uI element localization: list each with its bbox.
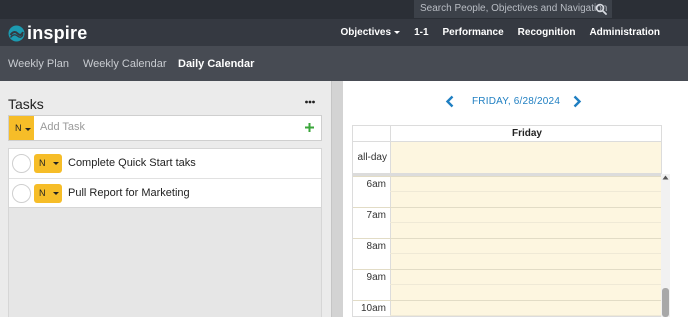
half-hour-line bbox=[390, 284, 661, 285]
brand-name: inspire bbox=[27, 22, 88, 43]
half-hour-line bbox=[390, 253, 661, 254]
nav-one-on-one[interactable]: 1-1 bbox=[414, 27, 428, 38]
task-list-empty-area bbox=[8, 208, 322, 317]
add-task-input[interactable]: Add Task bbox=[40, 121, 85, 133]
inspire-logo-icon bbox=[8, 25, 25, 41]
global-search-input[interactable]: Search People, Objectives and Navigation bbox=[414, 0, 612, 18]
panel-splitter[interactable] bbox=[331, 81, 343, 317]
task-item[interactable]: N Complete Quick Start taks bbox=[9, 149, 321, 179]
nav-performance-label: Performance bbox=[442, 27, 504, 38]
planner-subnav: Weekly Plan Weekly Calendar Daily Calend… bbox=[0, 46, 688, 81]
time-gutter-header bbox=[353, 126, 390, 142]
calendar-date-label: FRIDAY, 6/28/2024 bbox=[472, 96, 561, 107]
plus-icon[interactable] bbox=[304, 122, 315, 133]
half-hour-line bbox=[390, 315, 661, 316]
task-priority-dropdown[interactable]: N bbox=[34, 154, 62, 173]
tab-weekly-calendar[interactable]: Weekly Calendar bbox=[83, 58, 167, 70]
nav-one-on-one-label: 1-1 bbox=[414, 27, 429, 38]
task-complete-checkbox[interactable] bbox=[12, 154, 31, 173]
all-day-slot[interactable] bbox=[390, 142, 661, 173]
nav-recognition-label: Recognition bbox=[517, 27, 576, 38]
nav-recognition[interactable]: Recognition bbox=[518, 27, 576, 38]
nav-objectives-label: Objectives bbox=[340, 27, 392, 38]
chevron-down-icon bbox=[53, 162, 59, 165]
more-options-icon[interactable] bbox=[305, 100, 315, 104]
chevron-down-icon bbox=[53, 192, 59, 195]
tasks-title: Tasks bbox=[8, 96, 44, 112]
calendar-header: FRIDAY, 6/28/2024 bbox=[343, 93, 688, 111]
chevron-down-icon bbox=[24, 128, 31, 131]
inspire-logo[interactable]: inspire bbox=[8, 23, 87, 43]
nav-performance[interactable]: Performance bbox=[443, 27, 504, 38]
calendar-panel: FRIDAY, 6/28/2024 Friday all-day 6am 7am… bbox=[343, 81, 688, 317]
half-hour-line bbox=[390, 222, 661, 223]
time-label-10am: 10am bbox=[360, 303, 386, 314]
time-label-9am: 9am bbox=[366, 272, 386, 283]
time-label-6am: 6am bbox=[366, 179, 386, 190]
top-search-strip: Search People, Objectives and Navigation bbox=[0, 0, 688, 19]
task-name[interactable]: Complete Quick Start taks bbox=[68, 157, 196, 169]
hour-line bbox=[353, 269, 661, 270]
nav-menu: Objectives 1-1 Performance Recognition A… bbox=[326, 19, 660, 46]
tab-daily-calendar[interactable]: Daily Calendar bbox=[178, 58, 254, 70]
hour-line bbox=[353, 207, 661, 208]
scrollbar-thumb[interactable] bbox=[662, 288, 669, 317]
chevron-down-icon bbox=[394, 31, 401, 34]
day-column-header: Friday bbox=[390, 126, 661, 142]
tab-weekly-plan[interactable]: Weekly Plan bbox=[8, 58, 69, 70]
time-label-7am: 7am bbox=[366, 210, 386, 221]
chevron-right-icon[interactable] bbox=[572, 95, 582, 108]
scroll-up-arrow-icon[interactable] bbox=[662, 174, 669, 181]
nav-administration-label: Administration bbox=[589, 27, 660, 38]
add-task-priority-label: N bbox=[15, 123, 22, 133]
search-placeholder: Search People, Objectives and Navigation bbox=[420, 3, 608, 14]
task-item[interactable]: N Pull Report for Marketing bbox=[9, 179, 321, 209]
all-day-label: all-day bbox=[357, 152, 387, 163]
day-time-column[interactable] bbox=[390, 176, 661, 316]
task-list: N Complete Quick Start taks N Pull Repor… bbox=[8, 148, 322, 208]
day-calendar-grid: Friday all-day 6am 7am 8am 9am 10am bbox=[352, 125, 662, 317]
hour-line bbox=[353, 238, 661, 239]
time-slots: 6am 7am 8am 9am 10am bbox=[353, 176, 661, 316]
chevron-left-icon[interactable] bbox=[445, 95, 455, 108]
task-priority-dropdown[interactable]: N bbox=[34, 184, 62, 203]
tasks-panel: Tasks N Add Task N Complete Quick Start … bbox=[0, 81, 331, 317]
task-name[interactable]: Pull Report for Marketing bbox=[68, 187, 190, 199]
nav-administration[interactable]: Administration bbox=[589, 27, 660, 38]
task-priority-label: N bbox=[39, 158, 46, 168]
task-complete-checkbox[interactable] bbox=[12, 184, 31, 203]
task-priority-label: N bbox=[39, 188, 46, 198]
search-icon[interactable] bbox=[595, 3, 607, 15]
add-task-priority-dropdown[interactable]: N bbox=[9, 116, 34, 140]
main-nav: inspire Objectives 1-1 Performance Recog… bbox=[0, 19, 688, 46]
hour-line bbox=[353, 176, 661, 177]
calendar-scrollbar[interactable] bbox=[661, 174, 670, 317]
nav-objectives[interactable]: Objectives bbox=[340, 27, 401, 38]
half-hour-line bbox=[390, 191, 661, 192]
hour-line bbox=[353, 300, 661, 301]
time-label-8am: 8am bbox=[366, 241, 386, 252]
add-task-row: N Add Task bbox=[8, 115, 322, 141]
